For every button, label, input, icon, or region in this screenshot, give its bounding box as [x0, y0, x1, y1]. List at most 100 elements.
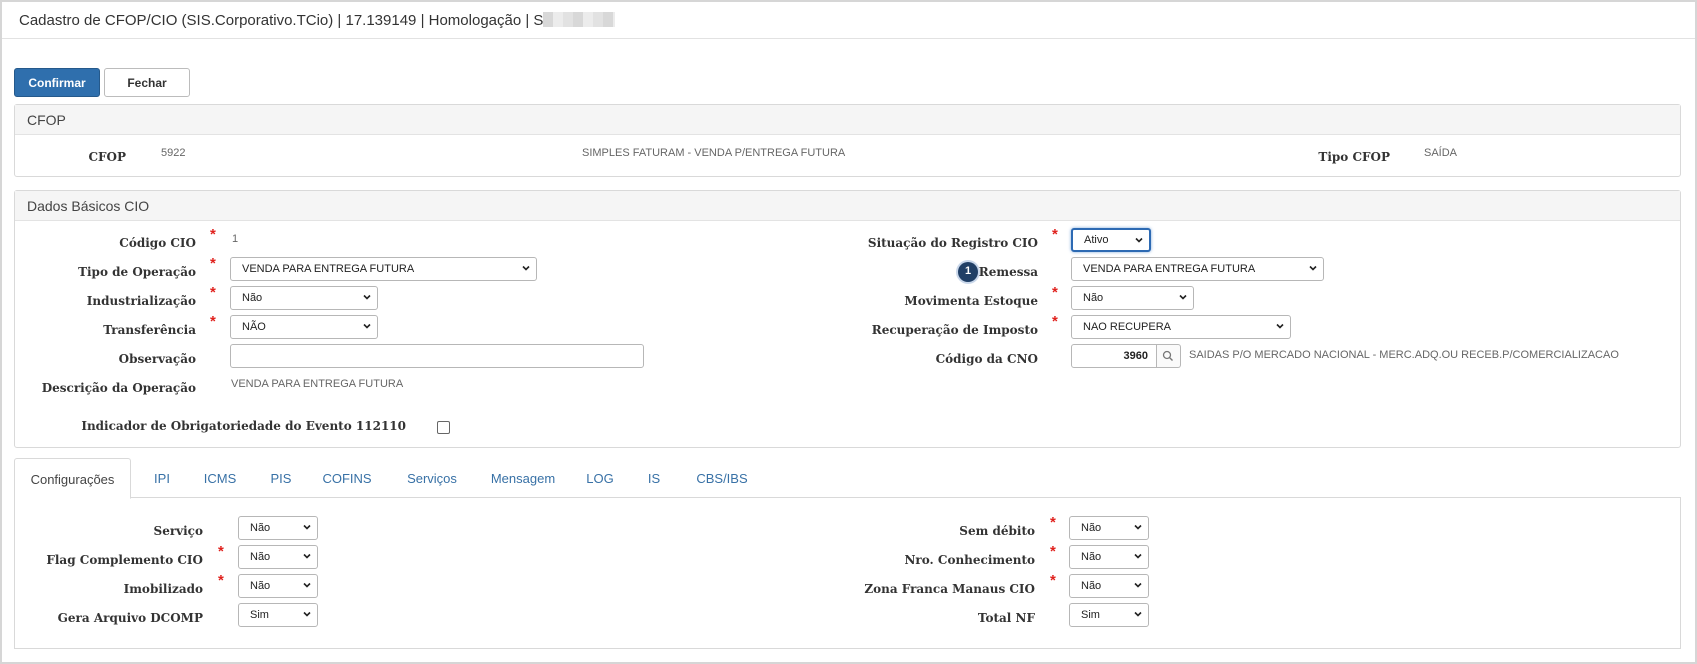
imobilizado-select[interactable]: Não	[238, 574, 318, 598]
tab-cbs-ibs[interactable]: CBS/IBS	[687, 458, 757, 498]
descricao-operacao-label: Descrição da Operação	[41, 381, 196, 395]
cno-lookup-button[interactable]	[1157, 344, 1181, 368]
search-icon	[1162, 350, 1173, 361]
total-nf-select[interactable]: Sim	[1069, 603, 1149, 627]
required-marker: *	[1052, 313, 1058, 330]
required-marker: *	[210, 313, 216, 330]
tab-icms[interactable]: ICMS	[194, 458, 246, 498]
transferencia-select[interactable]: NÃO	[230, 315, 378, 339]
chevron-down-icon	[1134, 611, 1142, 617]
tipo-operacao-label: Tipo de Operação	[78, 265, 196, 279]
codigo-cno-value: 3960	[1123, 350, 1148, 362]
window-title: Cadastro de CFOP/CIO (SIS.Corporativo.TC…	[2, 2, 1695, 39]
zona-franca-label: Zona Franca Manaus CIO	[864, 582, 1035, 596]
tab-mensagem[interactable]: Mensagem	[482, 458, 564, 498]
movimenta-estoque-label: Movimenta Estoque	[904, 294, 1038, 308]
cfop-description: SIMPLES FATURAM - VENDA P/ENTREGA FUTURA	[582, 147, 846, 159]
transferencia-label: Transferência	[103, 323, 196, 337]
codigo-cno-description: SAIDAS P/O MERCADO NACIONAL - MERC.ADQ.O…	[1189, 349, 1619, 361]
zona-franca-select[interactable]: Não	[1069, 574, 1149, 598]
flag-complemento-label: Flag Complemento CIO	[46, 553, 203, 567]
tab-log[interactable]: LOG	[580, 458, 620, 498]
close-button[interactable]: Fechar	[104, 68, 190, 97]
tipo-cfop-label: Tipo CFOP	[1318, 150, 1390, 164]
chevron-down-icon	[363, 294, 371, 300]
chevron-down-icon	[303, 553, 311, 559]
required-marker: *	[218, 543, 224, 560]
codigo-cio-value: 1	[232, 233, 239, 245]
tab-is[interactable]: IS	[640, 458, 668, 498]
indicador-evento-label: Indicador de Obrigatoriedade do Evento 1…	[81, 419, 406, 433]
gera-dcomp-value: Sim	[250, 609, 269, 621]
required-marker: *	[210, 226, 216, 243]
observacao-input[interactable]	[230, 344, 644, 368]
servico-value: Não	[250, 522, 271, 534]
chevron-down-icon	[1276, 323, 1284, 329]
observacao-label: Observação	[118, 352, 196, 366]
flag-complemento-select[interactable]: Não	[238, 545, 318, 569]
confirm-button[interactable]: Confirmar	[14, 68, 100, 97]
industrializacao-select[interactable]: Não	[230, 286, 378, 310]
transferencia-value: NÃO	[242, 321, 266, 333]
chevron-down-icon	[1309, 265, 1317, 271]
required-marker: *	[218, 572, 224, 589]
remessa-value: VENDA PARA ENTREGA FUTURA	[1083, 263, 1256, 275]
sem-debito-label: Sem débito	[959, 524, 1035, 538]
descricao-operacao-value: VENDA PARA ENTREGA FUTURA	[231, 378, 404, 390]
nro-conhecimento-value: Não	[1081, 551, 1102, 563]
sem-debito-value: Não	[1081, 522, 1102, 534]
chevron-down-icon	[363, 323, 371, 329]
required-marker: *	[1050, 572, 1056, 589]
situacao-select[interactable]: Ativo	[1071, 228, 1151, 252]
cfop-label: CFOP	[88, 150, 126, 164]
indicador-evento-checkbox[interactable]	[437, 421, 450, 434]
servico-select[interactable]: Não	[238, 516, 318, 540]
tipo-operacao-select[interactable]: VENDA PARA ENTREGA FUTURA	[230, 257, 537, 281]
cfop-value: 5922	[161, 147, 186, 159]
servico-label: Serviço	[153, 524, 203, 538]
chevron-down-icon	[1179, 294, 1187, 300]
flag-complemento-value: Não	[250, 551, 271, 563]
gera-dcomp-select[interactable]: Sim	[238, 603, 318, 627]
codigo-cno-label: Código da CNO	[935, 352, 1038, 366]
chevron-down-icon	[1135, 237, 1143, 243]
imobilizado-label: Imobilizado	[123, 582, 203, 596]
industrializacao-value: Não	[242, 292, 263, 304]
tab-pis[interactable]: PIS	[261, 458, 301, 498]
chevron-down-icon	[303, 524, 311, 530]
tipo-operacao-value: VENDA PARA ENTREGA FUTURA	[242, 263, 415, 275]
codigo-cno-input[interactable]: 3960	[1071, 344, 1157, 368]
recuperacao-imposto-select[interactable]: NAO RECUPERA	[1071, 315, 1291, 339]
nro-conhecimento-select[interactable]: Não	[1069, 545, 1149, 569]
total-nf-value: Sim	[1081, 609, 1100, 621]
situacao-label: Situação do Registro CIO	[867, 236, 1038, 250]
chevron-down-icon	[1134, 553, 1142, 559]
gera-dcomp-label: Gera Arquivo DCOMP	[57, 611, 203, 625]
recuperacao-imposto-value: NAO RECUPERA	[1083, 321, 1172, 333]
movimenta-estoque-value: Não	[1083, 292, 1104, 304]
chevron-down-icon	[1134, 524, 1142, 530]
tab-ipi[interactable]: IPI	[141, 458, 183, 498]
chevron-down-icon	[522, 265, 530, 271]
chevron-down-icon	[303, 611, 311, 617]
required-marker: *	[210, 284, 216, 301]
remessa-label: Remessa	[978, 265, 1038, 279]
tab-servicos[interactable]: Serviços	[397, 458, 467, 498]
remessa-select[interactable]: VENDA PARA ENTREGA FUTURA	[1071, 257, 1324, 281]
required-marker: *	[1052, 226, 1058, 243]
codigo-cio-label: Código CIO	[119, 236, 196, 250]
tab-configuracoes[interactable]: Configurações	[14, 458, 131, 499]
nro-conhecimento-label: Nro. Conhecimento	[904, 553, 1035, 567]
tab-cofins[interactable]: COFINS	[316, 458, 378, 498]
total-nf-label: Total NF	[977, 611, 1035, 625]
cfop-panel: CFOP	[14, 104, 1681, 177]
movimenta-estoque-select[interactable]: Não	[1071, 286, 1194, 310]
required-marker: *	[1050, 514, 1056, 531]
required-marker: *	[210, 255, 216, 272]
required-marker: *	[1050, 543, 1056, 560]
tab-bar: Configurações IPI ICMS PIS COFINS Serviç…	[14, 458, 1681, 499]
industrializacao-label: Industrialização	[86, 294, 196, 308]
sem-debito-select[interactable]: Não	[1069, 516, 1149, 540]
required-marker: *	[1052, 284, 1058, 301]
zona-franca-value: Não	[1081, 580, 1102, 592]
